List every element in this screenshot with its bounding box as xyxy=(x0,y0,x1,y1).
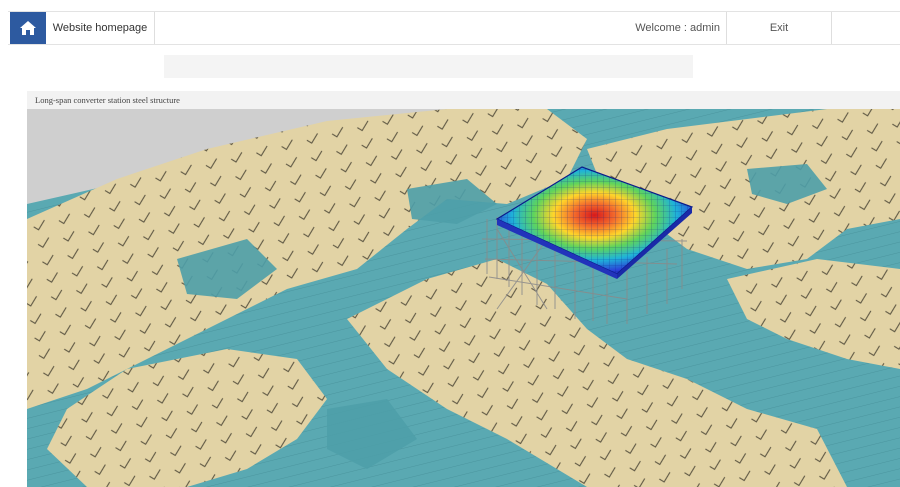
exit-button[interactable]: Exit xyxy=(726,12,832,44)
website-homepage-link[interactable]: Website homepage xyxy=(46,12,155,44)
top-navigation-bar: Website homepage Welcome : admin Exit xyxy=(8,11,900,45)
3d-model-viewport[interactable] xyxy=(27,109,900,487)
welcome-text: Welcome : admin xyxy=(635,22,720,34)
home-icon xyxy=(20,21,36,35)
home-button[interactable] xyxy=(10,12,46,44)
search-input[interactable] xyxy=(164,55,693,78)
terrain-render xyxy=(27,109,900,487)
panel-title: Long-span converter station steel struct… xyxy=(27,91,900,109)
